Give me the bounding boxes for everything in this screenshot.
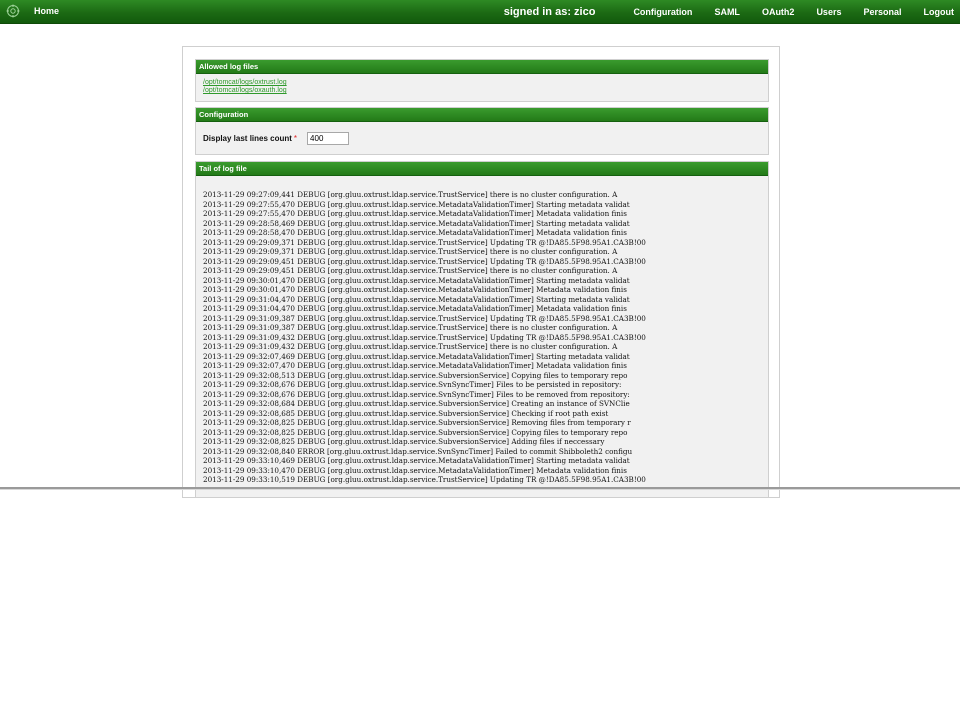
log-line: 2013-11-29 09:31:09,387 DEBUG [org.gluu.… — [203, 323, 618, 332]
log-file-link-oxtrust[interactable]: /opt/tomcat/logs/oxtrust.log — [203, 79, 768, 87]
nav-oauth2-link[interactable]: OAuth2 — [762, 7, 795, 17]
log-line: 2013-11-29 09:32:07,470 DEBUG [org.gluu.… — [203, 361, 627, 370]
line-count-row: Display last lines count * — [203, 132, 350, 145]
log-line: 2013-11-29 09:30:01,470 DEBUG [org.gluu.… — [203, 275, 630, 285]
log-line: 2013-11-29 09:32:08,840 ERROR [org.gluu.… — [203, 446, 633, 456]
log-line: 2013-11-29 09:32:07,469 DEBUG [org.gluu.… — [203, 351, 630, 361]
tail-log-header: Tail of log file — [196, 162, 768, 176]
configuration-section: Configuration Display last lines count * — [195, 107, 769, 155]
log-line: 2013-11-29 09:32:08,676 DEBUG [org.gluu.… — [203, 389, 630, 399]
log-line: 2013-11-29 09:33:10,519 DEBUG [org.gluu.… — [203, 475, 646, 484]
log-line: 2013-11-29 09:28:58,470 DEBUG [org.gluu.… — [203, 228, 627, 237]
log-line: 2013-11-29 09:32:08,825 DEBUG [org.gluu.… — [203, 427, 628, 437]
log-file-link-oxauth[interactable]: /opt/tomcat/logs/oxauth.log — [203, 87, 768, 95]
allowed-log-files-section: Allowed log files /opt/tomcat/logs/oxtru… — [195, 59, 769, 102]
log-line: 2013-11-29 09:28:58,469 DEBUG [org.gluu.… — [203, 218, 630, 228]
log-line: 2013-11-29 09:29:09,451 DEBUG [org.gluu.… — [203, 256, 646, 266]
line-count-input[interactable] — [307, 132, 350, 145]
log-line: 2013-11-29 09:29:09,371 DEBUG [org.gluu.… — [203, 237, 646, 247]
main-panel: Allowed log files /opt/tomcat/logs/oxtru… — [182, 46, 780, 498]
log-line: 2013-11-29 09:32:08,825 DEBUG [org.gluu.… — [203, 437, 605, 446]
top-navigation-bar: Home signed in as: zico Configuration SA… — [0, 0, 960, 24]
nav-logout-link[interactable]: Logout — [924, 7, 955, 17]
log-line: 2013-11-29 09:31:09,432 DEBUG [org.gluu.… — [203, 342, 618, 351]
tail-log-section: Tail of log file 2013-11-29 09:27:09,441… — [195, 161, 769, 497]
log-line: 2013-11-29 09:33:10,469 DEBUG [org.gluu.… — [203, 456, 630, 465]
top-nav-right: signed in as: zico Configuration SAML OA… — [504, 0, 954, 23]
log-line: 2013-11-29 09:31:04,470 DEBUG [org.gluu.… — [203, 294, 630, 304]
signed-in-user: signed in as: zico — [503, 5, 596, 18]
log-line: 2013-11-29 09:32:08,513 DEBUG [org.gluu.… — [203, 370, 628, 380]
line-count-label: Display last lines count — [203, 134, 292, 143]
screen-divider — [0, 487, 960, 490]
log-line: 2013-11-29 09:32:08,685 DEBUG [org.gluu.… — [203, 408, 609, 418]
configuration-header: Configuration — [196, 108, 768, 122]
gluu-logo-icon[interactable] — [6, 4, 20, 18]
log-line: 2013-11-29 09:27:55,470 DEBUG [org.gluu.… — [203, 209, 627, 218]
log-line: 2013-11-29 09:29:09,371 DEBUG [org.gluu.… — [203, 247, 618, 256]
log-line: 2013-11-29 09:32:08,825 DEBUG [org.gluu.… — [203, 418, 631, 427]
log-line: 2013-11-29 09:30:01,470 DEBUG [org.gluu.… — [203, 285, 627, 294]
log-line: 2013-11-29 09:31:04,470 DEBUG [org.gluu.… — [203, 304, 627, 313]
log-output[interactable]: 2013-11-29 09:27:09,441 DEBUG [org.gluu.… — [203, 190, 767, 497]
log-line: 2013-11-29 09:32:08,676 DEBUG [org.gluu.… — [203, 380, 622, 389]
log-line: 2013-11-29 09:27:09,441 DEBUG [org.gluu.… — [203, 190, 618, 199]
required-marker: * — [293, 134, 298, 143]
log-line: 2013-11-29 09:32:08,684 DEBUG [org.gluu.… — [203, 399, 630, 408]
nav-personal-link[interactable]: Personal — [863, 7, 901, 17]
log-file-list: /opt/tomcat/logs/oxtrust.log /opt/tomcat… — [196, 74, 768, 95]
log-line: 2013-11-29 09:29:09,451 DEBUG [org.gluu.… — [203, 266, 618, 275]
nav-saml-link[interactable]: SAML — [714, 7, 740, 17]
log-line: 2013-11-29 09:27:55,470 DEBUG [org.gluu.… — [203, 199, 630, 209]
nav-configuration-link[interactable]: Configuration — [633, 7, 692, 17]
nav-users-link[interactable]: Users — [816, 7, 841, 17]
log-line: 2013-11-29 09:31:09,432 DEBUG [org.gluu.… — [203, 332, 646, 342]
log-line: 2013-11-29 09:31:09,387 DEBUG [org.gluu.… — [203, 313, 646, 323]
allowed-log-files-header: Allowed log files — [196, 60, 768, 74]
nav-home-link[interactable]: Home — [34, 6, 59, 16]
log-line: 2013-11-29 09:33:10,470 DEBUG [org.gluu.… — [203, 465, 627, 475]
